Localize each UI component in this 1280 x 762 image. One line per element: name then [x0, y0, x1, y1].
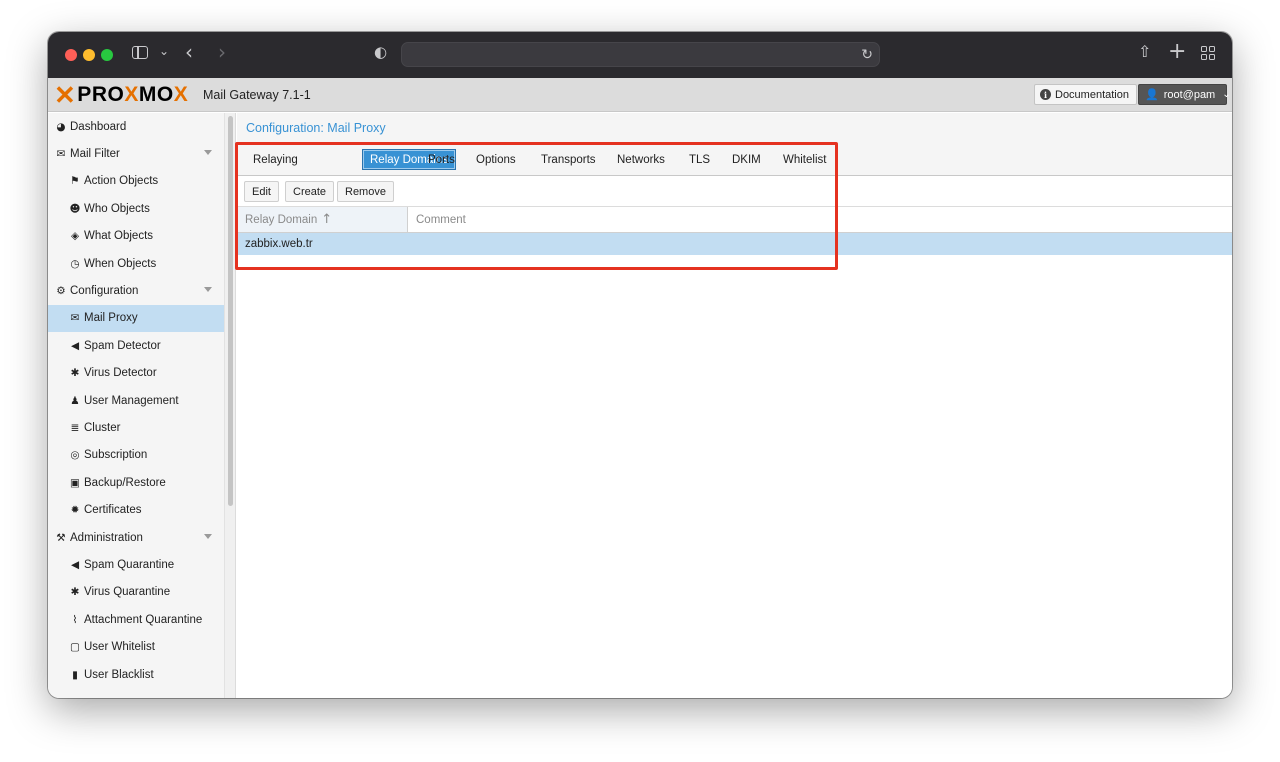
- sidebar-item-label: Action Objects: [84, 175, 159, 188]
- sidebar-item-label: Cluster: [84, 421, 121, 434]
- user-icon: 👤: [1145, 88, 1159, 101]
- sidebar-item-label: Attachment Quarantine: [84, 613, 203, 626]
- sidebar-item-label: Administration: [70, 531, 143, 544]
- user-circle-icon: ☻: [69, 202, 81, 215]
- sidebar-item-virus-detector[interactable]: ✱ Virus Detector: [48, 360, 224, 387]
- sidebar-item-mail-filter[interactable]: ✉ Mail Filter: [48, 140, 224, 167]
- bullhorn-icon: ◀: [70, 339, 80, 352]
- browser-toolbar: ⌄ ‹ › ◐ ↻ ⇧ +: [48, 32, 1232, 78]
- sidebar-item-dashboard[interactable]: ◕ Dashboard: [48, 113, 224, 140]
- address-bar[interactable]: ↻: [401, 42, 880, 67]
- file-icon: ▮: [72, 668, 78, 681]
- sidebar-item-backup-restore[interactable]: ▣ Backup/Restore: [48, 469, 224, 496]
- sidebar-item-administration[interactable]: ⚒ Administration: [48, 524, 224, 551]
- sidebar-item-action-objects[interactable]: ⚑ Action Objects: [48, 168, 224, 195]
- sidebar-item-virus-quarantine[interactable]: ✱ Virus Quarantine: [48, 579, 224, 606]
- sidebar-item-user-whitelist[interactable]: ▢ User Whitelist: [48, 634, 224, 661]
- forward-icon[interactable]: ›: [218, 42, 226, 62]
- app-header: ✕ PROXMOX Mail Gateway 7.1-1 i Documentat…: [48, 78, 1232, 112]
- expand-arrow-icon[interactable]: [204, 150, 212, 156]
- share-icon[interactable]: ⇧: [1138, 44, 1151, 60]
- envelope-icon: ✉: [56, 147, 66, 160]
- browser-window: ⌄ ‹ › ◐ ↻ ⇧ + ✕ PROXMOX Mail Gateway 7.1-…: [48, 32, 1232, 698]
- clock-icon: ◷: [70, 257, 80, 270]
- product-version: Mail Gateway 7.1-1: [203, 88, 311, 102]
- sidebar-item-label: Dashboard: [70, 120, 127, 133]
- sidebar-item-certificates[interactable]: ✹ Certificates: [48, 497, 224, 524]
- navigation-tree: ◕ Dashboard ✉ Mail Filter ⚑ Action Objects ☻ Wh…: [48, 113, 224, 698]
- chevron-down-icon: ⌄: [1222, 89, 1231, 100]
- documentation-label: Documentation: [1055, 88, 1129, 101]
- users-icon: ♟: [70, 394, 80, 407]
- back-icon[interactable]: ‹: [185, 42, 193, 62]
- tab-overview-icon[interactable]: [1201, 46, 1215, 60]
- sidebar-item-what-objects[interactable]: ◈ What Objects: [48, 223, 224, 250]
- highlight-annotation-box: [235, 142, 838, 270]
- sidebar-item-attachment-quarantine[interactable]: ⌇ Attachment Quarantine: [48, 606, 224, 633]
- zoom-window-button[interactable]: [101, 49, 113, 61]
- sidebar-item-label: Virus Detector: [84, 367, 157, 380]
- expand-arrow-icon[interactable]: [204, 287, 212, 293]
- sidebar-item-configuration[interactable]: ⚙ Configuration: [48, 277, 224, 304]
- documentation-button[interactable]: i Documentation: [1034, 84, 1137, 105]
- sidebar-item-label: User Whitelist: [84, 641, 155, 654]
- sidebar-item-who-objects[interactable]: ☻ Who Objects: [48, 195, 224, 222]
- wrench-icon: ⚒: [56, 531, 66, 544]
- sidebar-item-label: User Blacklist: [84, 668, 154, 681]
- page-title: Configuration: Mail Proxy: [237, 113, 1232, 143]
- sidebar-item-label: When Objects: [84, 257, 157, 270]
- file-outline-icon: ▢: [70, 641, 80, 654]
- close-window-button[interactable]: [65, 49, 77, 61]
- floppy-icon: ▣: [70, 476, 80, 489]
- bullhorn-icon: ◀: [70, 558, 80, 571]
- sidebar-item-label: What Objects: [84, 230, 154, 243]
- info-icon: i: [1040, 89, 1051, 100]
- user-menu-button[interactable]: 👤 root@pam ⌄: [1138, 84, 1231, 105]
- minimize-window-button[interactable]: [83, 49, 95, 61]
- sidebar-item-label: Mail Filter: [70, 147, 120, 160]
- sidebar-item-subscription[interactable]: ◎ Subscription: [48, 442, 224, 469]
- paperclip-icon: ⌇: [72, 613, 78, 626]
- chevron-down-icon[interactable]: ⌄: [159, 45, 169, 57]
- new-tab-icon[interactable]: +: [1168, 41, 1186, 63]
- server-icon: ≣: [70, 421, 80, 434]
- proxmox-logo: ✕ PROXMOX: [54, 80, 189, 110]
- certificate-icon: ✹: [70, 504, 80, 517]
- sidebar-item-mail-proxy[interactable]: ✉ Mail Proxy: [48, 304, 224, 332]
- sidebar-item-label: Spam Quarantine: [84, 558, 175, 571]
- envelope-outline-icon: ✉: [70, 312, 80, 325]
- nav-scrollbar[interactable]: [228, 116, 233, 506]
- sidebar-item-label: User Management: [84, 394, 179, 407]
- user-label: root@pam: [1163, 88, 1216, 101]
- sidebar-item-cluster[interactable]: ≣ Cluster: [48, 414, 224, 441]
- sidebar-item-label: Configuration: [70, 284, 139, 297]
- cogs-icon: ⚙: [56, 284, 66, 297]
- reload-icon[interactable]: ↻: [861, 47, 873, 63]
- sidebar-item-label: Subscription: [84, 449, 148, 462]
- sidebar-item-label: Mail Proxy: [84, 312, 138, 325]
- cube-icon: ◈: [70, 230, 80, 243]
- expand-arrow-icon[interactable]: [204, 534, 212, 539]
- sidebar-item-label: Spam Detector: [84, 339, 161, 352]
- sidebar-icon[interactable]: [132, 46, 148, 59]
- bug-icon: ✱: [70, 367, 80, 380]
- sidebar-item-label: Virus Quarantine: [84, 586, 171, 599]
- sidebar-item-label: Backup/Restore: [84, 476, 166, 489]
- dashboard-icon: ◕: [56, 120, 66, 133]
- sidebar-item-user-blacklist[interactable]: ▮ User Blacklist: [48, 661, 224, 688]
- sidebar-item-user-management[interactable]: ♟ User Management: [48, 387, 224, 414]
- sidebar-item-label: Who Objects: [84, 202, 150, 215]
- bug-icon: ✱: [70, 586, 80, 599]
- sidebar-item-when-objects[interactable]: ◷ When Objects: [48, 250, 224, 277]
- sidebar-item-label: Certificates: [84, 504, 142, 517]
- life-ring-icon: ◎: [70, 449, 80, 462]
- shield-icon[interactable]: ◐: [374, 45, 387, 60]
- flag-icon: ⚑: [70, 175, 80, 188]
- sidebar-item-spam-quarantine[interactable]: ◀ Spam Quarantine: [48, 551, 224, 578]
- sidebar-item-spam-detector[interactable]: ◀ Spam Detector: [48, 332, 224, 359]
